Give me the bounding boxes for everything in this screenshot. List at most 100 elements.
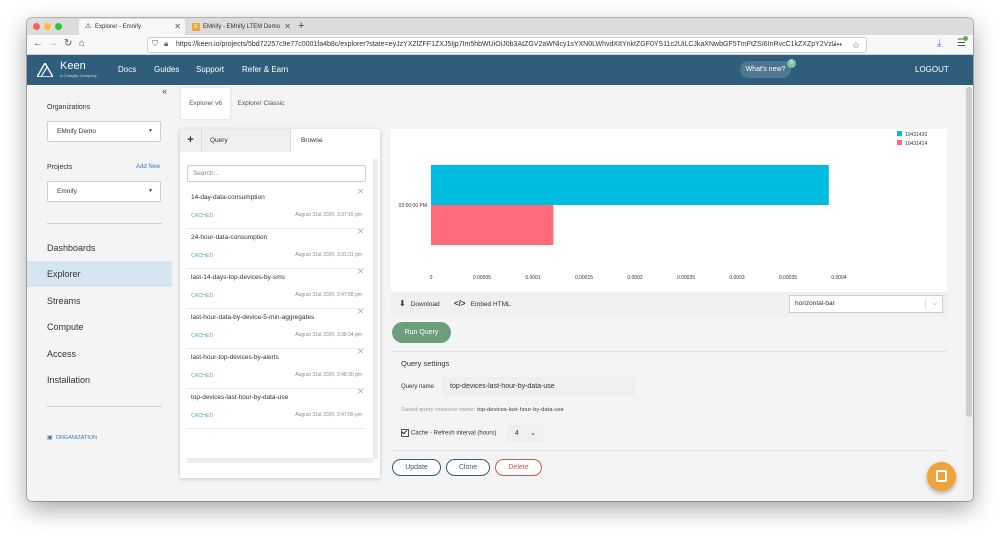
saved-query-item[interactable]: 14-day-data-consumption ✕ CACHED August 31s… <box>187 187 366 229</box>
browser-tab-explorer[interactable]: ⚠ Explorer - Emnify ✕ <box>79 19 185 35</box>
chevron-down-icon: ⌵ <box>932 301 937 307</box>
chat-launcher-button[interactable] <box>927 462 956 491</box>
browser-tab-emnify[interactable]: E EMnify - EMnify LTEM Demo ✕ <box>187 19 295 35</box>
forward-arrow-icon[interactable]: → <box>48 38 58 50</box>
new-tab-plus-icon[interactable]: + <box>298 18 304 35</box>
sidebar-item-explorer[interactable]: Explorer <box>27 261 172 287</box>
saved-query-name[interactable]: last-14-days-top-devices-by-sms <box>191 274 285 281</box>
cache-checkbox[interactable] <box>401 429 409 437</box>
legend-swatch[interactable] <box>897 140 902 145</box>
refresh-interval-select[interactable]: 4 ⌄ <box>507 425 544 442</box>
tab-close-icon[interactable]: ✕ <box>284 19 291 35</box>
page-scrollbar-thumb[interactable] <box>966 87 972 417</box>
bar-10431420[interactable] <box>431 165 829 205</box>
resource-name-label: Saved query resource name: <box>401 407 476 413</box>
sidebar-item-streams[interactable]: Streams <box>27 288 172 314</box>
remove-query-close-icon[interactable]: ✕ <box>357 387 364 396</box>
x-tick-label: 0.0003 <box>729 275 745 281</box>
saved-query-name[interactable]: top-devices-last-hour-by-data-use <box>191 394 288 401</box>
url-text[interactable]: https://keen.io/projects/5bd72257c9e77c0… <box>176 38 836 52</box>
tab-explorer-classic[interactable]: Explorer Classic <box>230 88 292 119</box>
saved-query-name[interactable]: last-hour-top-devices-by-alerts <box>191 354 279 361</box>
clone-button[interactable]: Clone <box>446 459 490 476</box>
cached-status-badge: CACHED <box>191 333 214 339</box>
query-name-label: Query name <box>401 384 435 390</box>
sidebar-item-access[interactable]: Access <box>27 341 172 367</box>
saved-query-item[interactable]: last-hour-data-by-device-5-min-aggregate… <box>187 307 366 349</box>
update-button[interactable]: Update <box>392 459 441 476</box>
hamburger-menu-icon[interactable]: ☰ <box>957 36 968 49</box>
keen-logo-icon[interactable] <box>37 63 53 77</box>
back-arrow-icon[interactable]: ← <box>33 38 43 50</box>
panel-horizontal-scrollbar[interactable] <box>187 458 373 463</box>
project-select[interactable]: Emnify ▼ <box>47 181 161 202</box>
embed-html-label: Embed HTML <box>470 301 511 308</box>
browser-tab-title: EMnify - EMnify LTEM Demo <box>203 24 280 30</box>
resource-name-value: top-devices-last-hour-by-data-use <box>477 407 564 413</box>
delete-button[interactable]: Delete <box>495 459 542 476</box>
x-tick-label: 0 <box>430 275 433 281</box>
query-search-input[interactable] <box>187 165 366 182</box>
visualization-type-select[interactable]: horizontal-bar ⌵ <box>789 295 943 313</box>
embed-html-button[interactable]: </> Embed HTML <box>454 292 511 317</box>
remove-query-close-icon[interactable]: ✕ <box>357 267 364 276</box>
refresh-interval-value: 4 <box>515 430 519 437</box>
cache-label[interactable]: Cache <box>411 431 428 437</box>
logout-button[interactable]: LOGOUT <box>915 55 949 85</box>
more-dots-icon[interactable]: ••• <box>834 38 842 52</box>
whats-new-count-badge: 5 <box>787 59 796 68</box>
shield-icon[interactable]: ⛉ <box>152 39 158 49</box>
legend-swatch[interactable] <box>897 131 902 136</box>
tab-close-icon[interactable]: ✕ <box>174 19 181 35</box>
minimize-window-button[interactable] <box>44 23 51 30</box>
sidebar-item-dashboards[interactable]: Dashboards <box>27 235 172 261</box>
bookmark-star-icon[interactable]: ☆ <box>852 38 860 52</box>
run-query-button[interactable]: Run Query <box>392 322 451 343</box>
saved-query-item[interactable]: top-devices-last-hour-by-data-use ✕ CACHED… <box>187 387 366 429</box>
tab-query[interactable]: Query <box>202 129 291 152</box>
legend-label[interactable]: 10431420 <box>905 132 927 138</box>
close-window-button[interactable] <box>33 23 40 30</box>
whats-new-button[interactable]: What's new? <box>740 61 791 78</box>
nav-guides[interactable]: Guides <box>154 55 179 85</box>
sidebar: « Organizations EMnify Demo ▼ Projects A… <box>27 85 172 501</box>
reload-icon[interactable]: ↻ <box>64 38 72 50</box>
maximize-window-button[interactable] <box>55 23 62 30</box>
url-field[interactable]: ⛉ 🔒︎ https://keen.io/projects/5bd72257c9… <box>147 37 867 53</box>
nav-refer-earn[interactable]: Refer & Earn <box>242 55 288 85</box>
home-icon[interactable]: ⌂ <box>79 38 85 50</box>
saved-query-item[interactable]: last-hour-top-devices-by-alerts ✕ CACHED Au… <box>187 347 366 389</box>
lock-icon[interactable]: 🔒︎ <box>164 39 168 49</box>
saved-query-name[interactable]: 14-day-data-consumption <box>191 194 265 201</box>
brand-name[interactable]: Keen <box>60 60 86 72</box>
saved-query-date: August 31st 2020, 3:48:30 pm <box>295 372 362 378</box>
panel-scrollbar[interactable] <box>373 159 378 459</box>
saved-query-name[interactable]: last-hour-data-by-device-5-min-aggregate… <box>191 314 314 321</box>
new-query-plus-button[interactable]: + <box>180 129 202 152</box>
organization-link[interactable]: ▣ ORGANIZATION <box>47 434 97 441</box>
download-button[interactable]: ⬇ Download <box>399 292 440 317</box>
saved-query-item[interactable]: 24-hour-data-consumption ✕ CACHED August 31… <box>187 227 366 269</box>
collapse-sidebar-icon[interactable]: « <box>162 86 167 96</box>
remove-query-close-icon[interactable]: ✕ <box>357 187 364 196</box>
legend-label[interactable]: 10431414 <box>905 141 927 147</box>
address-bar-row: ← → ↻ ⌂ ⛉ 🔒︎ https://keen.io/projects/5b… <box>27 35 973 55</box>
add-project-link[interactable]: Add New <box>136 164 160 170</box>
query-name-input[interactable] <box>442 377 635 396</box>
organization-select[interactable]: EMnify Demo ▼ <box>47 121 161 142</box>
saved-query-item[interactable]: last-14-days-top-devices-by-sms ✕ CACHED Au… <box>187 267 366 309</box>
bar-10431414[interactable] <box>431 205 554 245</box>
sidebar-item-installation[interactable]: Installation <box>27 367 172 393</box>
remove-query-close-icon[interactable]: ✕ <box>357 227 364 236</box>
nav-support[interactable]: Support <box>196 55 224 85</box>
remove-query-close-icon[interactable]: ✕ <box>357 307 364 316</box>
download-arrow-icon[interactable]: ⤓ <box>937 38 941 49</box>
nav-docs[interactable]: Docs <box>118 55 136 85</box>
page-scrollbar[interactable] <box>965 85 973 501</box>
saved-query-name[interactable]: 24-hour-data-consumption <box>191 234 267 241</box>
tab-explorer-v6[interactable]: Explorer v6 <box>181 88 230 119</box>
remove-query-close-icon[interactable]: ✕ <box>357 347 364 356</box>
sidebar-item-compute[interactable]: Compute <box>27 314 172 340</box>
tab-browse[interactable]: Browse <box>292 129 380 152</box>
organizations-label: Organizations <box>47 104 91 111</box>
